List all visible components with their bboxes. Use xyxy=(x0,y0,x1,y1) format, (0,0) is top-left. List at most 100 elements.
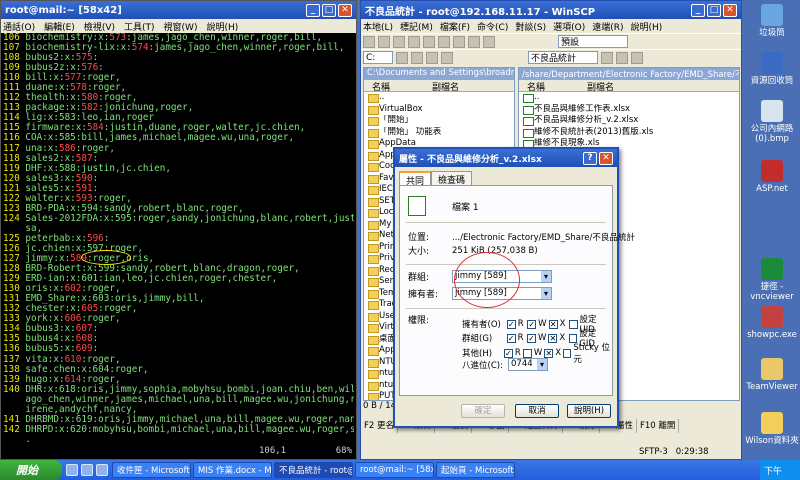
local-column-header: 名稱 副檔名 xyxy=(364,80,514,93)
home-button[interactable] xyxy=(441,51,453,64)
desktop-icon-vnc[interactable]: 捷徑 - vncviewer xyxy=(744,258,800,302)
protocol-label: SFTP-3 xyxy=(639,447,668,457)
forward-button[interactable] xyxy=(616,51,628,64)
toolbar-button[interactable] xyxy=(483,35,495,48)
remote-path: /share/Department/Electronic Factory/EMD… xyxy=(519,68,739,80)
sticky-checkbox[interactable] xyxy=(563,348,572,358)
line-text: DHRPD:x:620:mobyhsu,bombi,michael,una,bi… xyxy=(25,423,354,435)
remote-file-item[interactable]: 不良品與維修工作表.xlsx xyxy=(522,104,739,116)
forward-button[interactable] xyxy=(411,51,423,64)
taskbar-button-word[interactable]: MIS 作業.docx - Micr... xyxy=(193,462,272,478)
toolbar-button[interactable] xyxy=(393,35,405,48)
up-button[interactable] xyxy=(426,51,438,64)
taskbar-button-browser[interactable]: 起始頁 - Microsoft Vi... xyxy=(436,462,515,478)
maximize-button[interactable]: □ xyxy=(707,3,721,17)
start-button[interactable]: 開始 xyxy=(0,460,62,480)
column-name[interactable]: 名稱 xyxy=(364,80,424,93)
menu-item[interactable]: 工具(T) xyxy=(124,20,155,33)
column-ext[interactable]: 副檔名 xyxy=(424,80,484,93)
toolbar-button[interactable] xyxy=(468,35,480,48)
menu-item[interactable]: 檔案(F) xyxy=(440,20,470,33)
taskbar-button-winscp[interactable]: 不良品統計 - root@1... xyxy=(274,462,353,478)
remote-file-item[interactable]: .. xyxy=(522,92,739,104)
desktop-icon-aspnet[interactable]: ASP.net xyxy=(744,160,800,194)
vnc-icon xyxy=(761,258,783,280)
cancel-button[interactable]: 取消 xyxy=(515,404,559,418)
preset-select[interactable]: 預設 xyxy=(558,35,628,48)
taskbar-button-putty[interactable]: root@mail:~ [58x42] xyxy=(355,462,434,478)
excel-file-icon xyxy=(408,196,426,216)
menu-item[interactable]: 選項(O) xyxy=(553,20,585,33)
line-text: . xyxy=(25,433,31,445)
taskbar-button-outlook[interactable]: 收件匣 - Microsoft O... xyxy=(112,462,191,478)
drive-select[interactable]: C: xyxy=(363,51,393,64)
desktop-icon-recycle[interactable]: 資源回收筒 xyxy=(744,52,800,86)
desktop-icon-teamviewer[interactable]: TeamViewer xyxy=(744,358,800,392)
minimize-button[interactable]: _ xyxy=(691,3,705,17)
local-file-item[interactable]: .. xyxy=(367,92,514,104)
octal-input[interactable]: 0744 xyxy=(508,358,548,371)
terminal-screen[interactable]: 106 biochemistry:x:573:james,jago_chen,w… xyxy=(3,33,354,445)
others-write-checkbox[interactable] xyxy=(522,348,532,358)
menu-item[interactable]: 編輯(E) xyxy=(44,20,75,33)
fkey-quit[interactable]: F10 離開 xyxy=(637,419,680,433)
menu-item[interactable]: 說明(H) xyxy=(206,20,238,33)
back-button[interactable] xyxy=(601,51,613,64)
winscp-titlebar[interactable]: 不良品統計 - root@192.168.11.17 - WinSCP _ □ … xyxy=(361,1,741,19)
putty-titlebar[interactable]: root@mail:~ [58x42] _ □ ✕ xyxy=(1,1,356,19)
desktop-icon-bmp[interactable]: 公司內網路(0).bmp xyxy=(744,100,800,144)
terminal-line: 142 DHRPD:x:620:mobyhsu,bombi,michael,un… xyxy=(3,423,354,435)
menu-item[interactable]: 視窗(W) xyxy=(164,20,198,33)
toolbar-button[interactable] xyxy=(453,35,465,48)
menu-item[interactable]: 標記(M) xyxy=(400,20,433,33)
help-icon[interactable]: ? xyxy=(583,151,597,165)
x-label: X xyxy=(555,348,562,358)
local-file-item[interactable]: 「開始」 xyxy=(367,115,514,127)
trash-icon xyxy=(761,4,783,26)
column-ext[interactable]: 副檔名 xyxy=(579,80,639,93)
desktop-icon-trash[interactable]: 垃圾筒 xyxy=(744,4,800,38)
remote-file-item[interactable]: 不良品與維修分析_v.2.xlsx xyxy=(522,115,739,127)
menu-item[interactable]: 命令(C) xyxy=(477,20,508,33)
remote-file-item[interactable]: 維修不良統計表(2013)舊版.xls xyxy=(522,127,739,139)
others-read-checkbox[interactable]: ✓ xyxy=(503,348,513,358)
taskbar: 開始 收件匣 - Microsoft O... MIS 作業.docx - Mi… xyxy=(0,460,800,480)
desktop-icon-folder[interactable]: Wilson資料夾 xyxy=(744,412,800,446)
remote-dir-select[interactable]: 不良品統計 xyxy=(528,51,598,64)
close-button[interactable]: ✕ xyxy=(723,3,737,17)
toolbar-button[interactable] xyxy=(423,35,435,48)
toolbar-button[interactable] xyxy=(408,35,420,48)
back-button[interactable] xyxy=(396,51,408,64)
close-button[interactable]: ✕ xyxy=(338,3,352,17)
ok-button[interactable]: 確定 xyxy=(461,404,505,418)
toolbar-button[interactable] xyxy=(378,35,390,48)
local-file-item[interactable]: VirtualBox xyxy=(367,104,514,116)
local-file-item[interactable]: 「開始」 功能表 xyxy=(367,127,514,139)
maximize-button[interactable]: □ xyxy=(322,3,336,17)
refresh-button[interactable] xyxy=(631,51,643,64)
desktop-icon-label: ASP.net xyxy=(756,184,788,194)
help-button[interactable]: 說明(H) xyxy=(567,404,611,418)
browser-shortcut-icon[interactable] xyxy=(81,464,93,476)
dialog-titlebar[interactable]: 屬性 - 不良品與維修分析_v.2.xlsx ? ✕ xyxy=(395,149,617,167)
desktop-icon-showpc[interactable]: showpc.exe xyxy=(744,306,800,340)
minimize-button[interactable]: _ xyxy=(306,3,320,17)
menu-item[interactable]: 說明(H) xyxy=(631,20,663,33)
column-name[interactable]: 名稱 xyxy=(519,80,579,93)
explorer-shortcut-icon[interactable] xyxy=(96,464,108,476)
toolbar-button[interactable] xyxy=(438,35,450,48)
others-exec-checkbox[interactable]: ✕ xyxy=(544,348,554,358)
menu-item[interactable]: 遠端(R) xyxy=(592,20,623,33)
menu-item[interactable]: 本地(L) xyxy=(363,20,393,33)
file-summary: 檔案 1 xyxy=(408,196,479,216)
putty-window[interactable]: root@mail:~ [58x42] _ □ ✕ 通話(O) 編輯(E) 檢視… xyxy=(0,0,357,460)
remote-file-list[interactable]: .. 不良品與維修工作表.xlsx 不良品與維修分析_v.2.xlsx 維修不良統計表… xyxy=(519,92,739,150)
toolbar-button[interactable] xyxy=(363,35,375,48)
desktop-shortcut-icon[interactable] xyxy=(66,464,78,476)
menu-item[interactable]: 通話(O) xyxy=(3,20,35,33)
desktop-icon-label: TeamViewer xyxy=(746,382,798,392)
menu-item[interactable]: 對談(S) xyxy=(515,20,546,33)
r-label: R xyxy=(514,348,521,358)
close-button[interactable]: ✕ xyxy=(599,151,613,165)
menu-item[interactable]: 檢視(V) xyxy=(84,20,115,33)
